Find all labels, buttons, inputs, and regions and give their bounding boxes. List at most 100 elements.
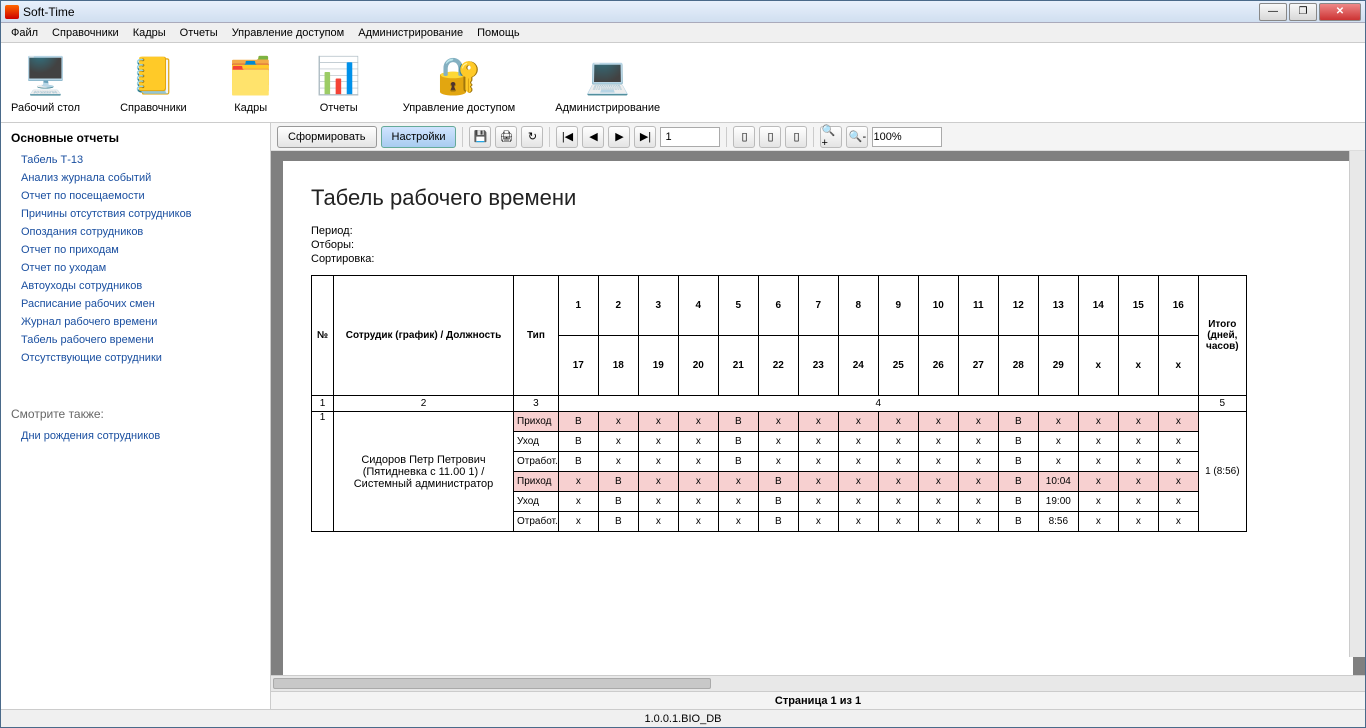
page-mode-3-icon[interactable]: ▯ [785, 126, 807, 148]
cell-day: x [718, 512, 758, 532]
cell-day: 8:56 [1038, 512, 1078, 532]
minimize-button[interactable]: — [1259, 3, 1287, 21]
sidebar-link[interactable]: Опоздания сотрудников [11, 223, 260, 241]
page-mode-2-icon[interactable]: ▯ [759, 126, 781, 148]
cell-day: x [798, 412, 838, 432]
cell-day: x [1078, 432, 1118, 452]
sidebar-link[interactable]: Табель рабочего времени [11, 331, 260, 349]
sidebar-link[interactable]: Табель Т-13 [11, 151, 260, 169]
cell-day: B [758, 472, 798, 492]
th-day: 22 [758, 336, 798, 396]
next-page-icon[interactable]: ▶ [608, 126, 630, 148]
sidebar-link[interactable]: Причины отсутствия сотрудников [11, 205, 260, 223]
first-page-icon[interactable]: |◀ [556, 126, 578, 148]
cell-day: B [998, 492, 1038, 512]
subhdr-cell: 1 [312, 396, 334, 412]
th-day: 8 [838, 276, 878, 336]
menu-item[interactable]: Администрирование [352, 25, 469, 41]
menu-item[interactable]: Справочники [46, 25, 125, 41]
print-icon[interactable]: 🖨 [495, 126, 517, 148]
cell-day: x [958, 412, 998, 432]
cell-day: x [958, 432, 998, 452]
vertical-scrollbar[interactable] [1349, 151, 1365, 657]
menu-item[interactable]: Помощь [471, 25, 526, 41]
refresh-icon[interactable]: ↻ [521, 126, 543, 148]
sidebar-link[interactable]: Журнал рабочего времени [11, 313, 260, 331]
form-button[interactable]: Сформировать [277, 126, 377, 148]
save-icon[interactable]: 💾 [469, 126, 491, 148]
th-day: 17 [558, 336, 598, 396]
sidebar: Основные отчеты Табель Т-13Анализ журнал… [1, 123, 271, 709]
horizontal-scrollbar[interactable] [271, 675, 1365, 691]
sidebar-link[interactable]: Расписание рабочих смен [11, 295, 260, 313]
cell-day: x [678, 432, 718, 452]
cell-total: 1 (8:56) [1198, 412, 1246, 532]
cell-day: x [638, 472, 678, 492]
cell-day: x [838, 432, 878, 452]
menu-item[interactable]: Отчеты [174, 25, 224, 41]
sidebar-link[interactable]: Анализ журнала событий [11, 169, 260, 187]
th-day: 27 [958, 336, 998, 396]
cell-day: B [998, 512, 1038, 532]
cell-day: x [638, 492, 678, 512]
page-mode-1-icon[interactable]: ▯ [733, 126, 755, 148]
toolbar-icon: 📊 [315, 52, 363, 100]
menu-item[interactable]: Файл [5, 25, 44, 41]
table-row: 1Сидоров Петр Петрович (Пятидневка с 11.… [312, 412, 1247, 432]
th-day: 21 [718, 336, 758, 396]
cell-day: x [878, 512, 918, 532]
sidebar-link[interactable]: Отчет по посещаемости [11, 187, 260, 205]
page-input[interactable] [660, 127, 720, 147]
toolbar-item[interactable]: 📒Справочники [120, 52, 187, 114]
cell-day: x [1078, 472, 1118, 492]
cell-day: x [758, 412, 798, 432]
sidebar-link[interactable]: Отсутствующие сотрудники [11, 349, 260, 367]
settings-button[interactable]: Настройки [381, 126, 457, 148]
zoom-in-icon[interactable]: 🔍+ [820, 126, 842, 148]
scrollbar-thumb[interactable] [273, 678, 711, 689]
th-day: 1 [558, 276, 598, 336]
toolbar-icon: 🔐 [435, 52, 483, 100]
cell-day: x [1158, 512, 1198, 532]
cell-day: x [918, 472, 958, 492]
close-button[interactable]: ✕ [1319, 3, 1361, 21]
th-day: 19 [638, 336, 678, 396]
sidebar-link[interactable]: Автоуходы сотрудников [11, 277, 260, 295]
toolbar-item[interactable]: 🔐Управление доступом [403, 52, 516, 114]
th-day: 4 [678, 276, 718, 336]
th-day: 12 [998, 276, 1038, 336]
cell-day: x [958, 512, 998, 532]
toolbar-item[interactable]: 🗂️Кадры [227, 52, 275, 114]
java-icon [5, 5, 19, 19]
cell-day: x [1078, 412, 1118, 432]
last-page-icon[interactable]: ▶| [634, 126, 656, 148]
sidebar-link[interactable]: Отчет по уходам [11, 259, 260, 277]
sidebar-link[interactable]: Отчет по приходам [11, 241, 260, 259]
cell-day: x [558, 492, 598, 512]
subhdr-cell: 2 [334, 396, 514, 412]
zoom-select[interactable] [872, 127, 942, 147]
cell-day: x [1118, 452, 1158, 472]
cell-day: x [838, 412, 878, 432]
sidebar-also-heading: Смотрите также: [11, 407, 260, 421]
maximize-button[interactable]: ❐ [1289, 3, 1317, 21]
subhdr-cell: 5 [1198, 396, 1246, 412]
pager: Страница 1 из 1 [271, 691, 1365, 709]
toolbar-item[interactable]: 💻Администрирование [555, 52, 660, 114]
cell-day: x [918, 432, 958, 452]
cell-day: x [678, 492, 718, 512]
toolbar-item[interactable]: 📊Отчеты [315, 52, 363, 114]
menu-item[interactable]: Кадры [127, 25, 172, 41]
cell-day: x [878, 492, 918, 512]
zoom-out-icon[interactable]: 🔍- [846, 126, 868, 148]
sidebar-link[interactable]: Дни рождения сотрудников [11, 427, 260, 445]
menu-item[interactable]: Управление доступом [226, 25, 351, 41]
toolbar-icon: 💻 [584, 52, 632, 100]
window-title: Soft-Time [23, 5, 1259, 19]
toolbar-item[interactable]: 🖥️Рабочий стол [11, 52, 80, 114]
th-day: 9 [878, 276, 918, 336]
cell-day: x [558, 472, 598, 492]
toolbar-icon: 🖥️ [22, 52, 70, 100]
prev-page-icon[interactable]: ◀ [582, 126, 604, 148]
cell-day: x [878, 432, 918, 452]
